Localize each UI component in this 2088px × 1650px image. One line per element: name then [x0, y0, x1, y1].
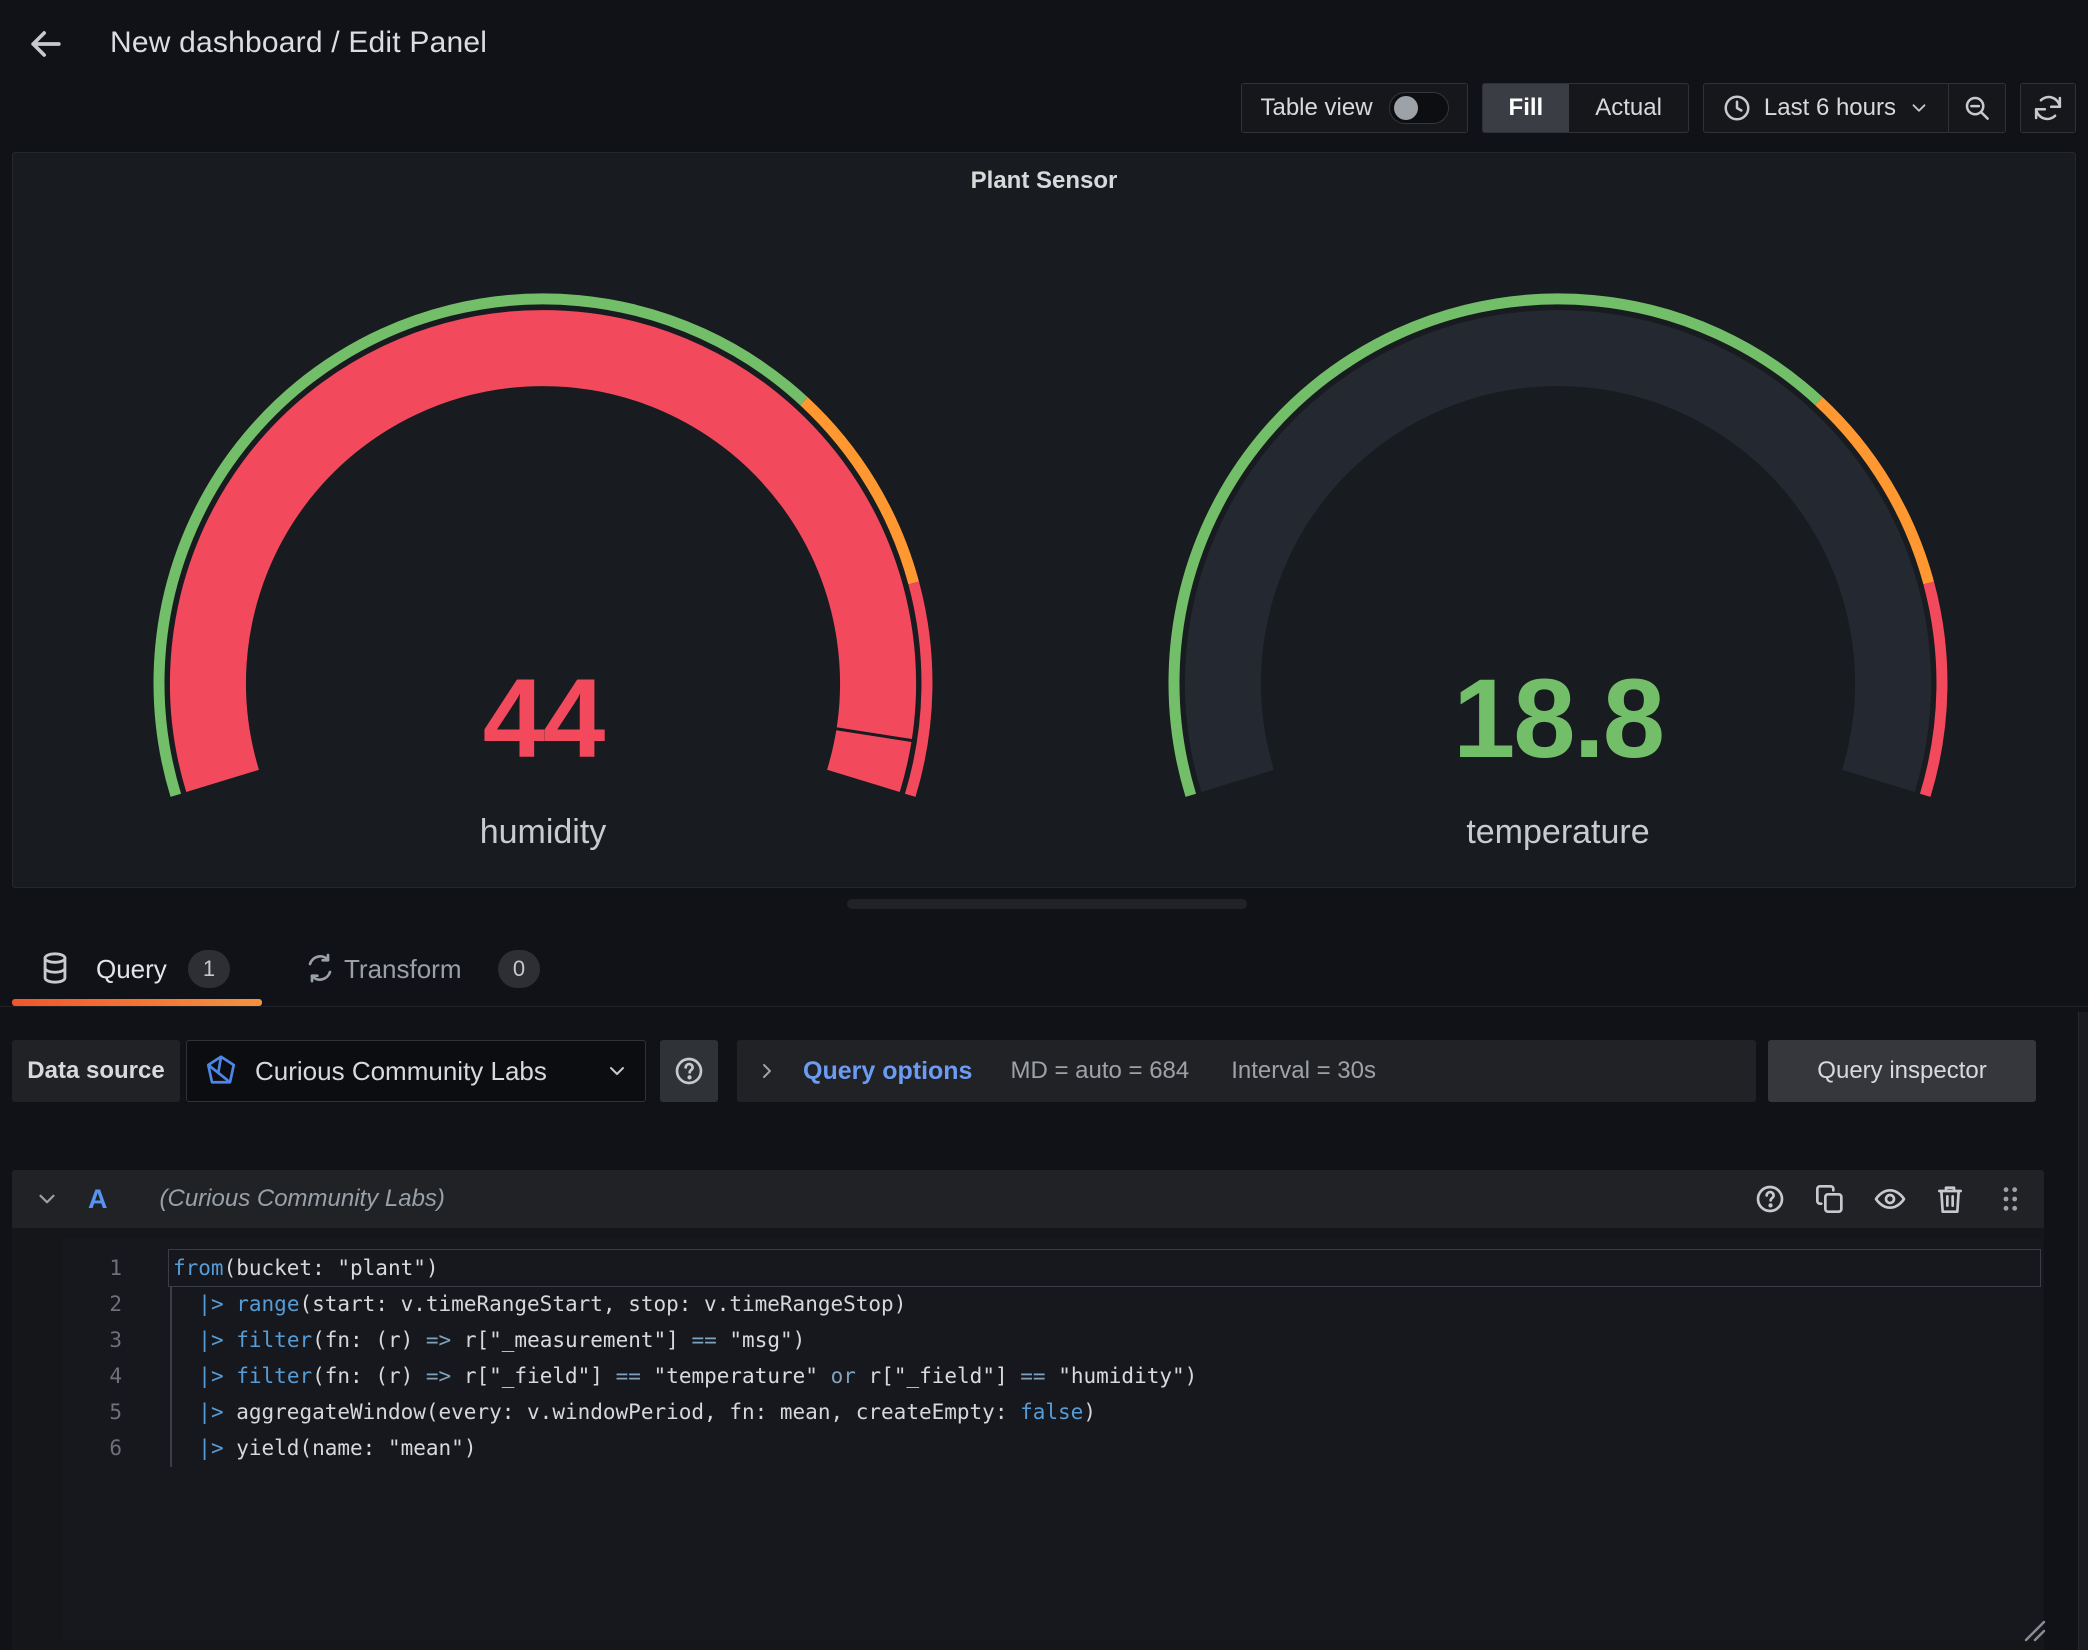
table-view-toggle[interactable]: [1389, 92, 1449, 124]
query-datasource-hint: (Curious Community Labs): [160, 1185, 445, 1213]
query-ref-id: A: [88, 1184, 108, 1215]
panel: Plant Sensor 44 humidity 18.8 temperatur…: [12, 152, 2076, 888]
collapse-chevron-icon[interactable]: [34, 1186, 60, 1212]
transform-icon: [304, 952, 336, 989]
max-data-points: MD = auto = 684: [1010, 1057, 1189, 1085]
code-lines[interactable]: from(bucket: "plant") |> range(start: v.…: [173, 1250, 1197, 1466]
gauge-label: temperature: [1168, 811, 1948, 853]
fill-mode-button[interactable]: Fill: [1483, 84, 1570, 132]
chevron-down-icon: [1908, 97, 1930, 119]
database-icon: [38, 950, 72, 991]
page-title: New dashboard / Edit Panel: [110, 26, 487, 60]
display-mode-group: Fill Actual: [1482, 83, 1689, 133]
editor-tabs: Query 1 Transform 0: [0, 930, 2088, 1007]
arrow-left-icon: [24, 22, 68, 66]
grafana-edit-panel: New dashboard / Edit Panel Table view Fi…: [0, 0, 2088, 1650]
refresh-icon: [2033, 93, 2063, 123]
table-view-group: Table view: [1241, 83, 1467, 133]
zoom-out-icon: [1962, 93, 1992, 123]
query-inspector-button[interactable]: Query inspector: [1768, 1040, 2036, 1102]
time-picker-group: Last 6 hours: [1703, 83, 2006, 133]
panel-resize-handle[interactable]: [847, 899, 1247, 909]
scrollbar[interactable]: [2078, 1012, 2088, 1650]
active-tab-underline: [12, 999, 262, 1006]
time-range-value: Last 6 hours: [1764, 94, 1896, 122]
transform-count-badge: 0: [498, 950, 540, 988]
gauge-label: humidity: [153, 811, 933, 853]
eye-icon[interactable]: [1874, 1183, 1906, 1215]
chevron-down-icon: [605, 1059, 629, 1083]
gauge-temperature: 18.8 temperature: [1168, 283, 1948, 883]
query-actions: [1754, 1183, 2026, 1215]
drag-grip-icon[interactable]: [1994, 1183, 2026, 1215]
datasource-row: Data source Curious Community Labs Query: [0, 1040, 2088, 1102]
query-row-header[interactable]: A (Curious Community Labs): [12, 1170, 2044, 1228]
datasource-help-button[interactable]: [660, 1040, 718, 1102]
help-icon[interactable]: [1754, 1183, 1786, 1215]
datasource-picker[interactable]: Curious Community Labs: [186, 1040, 646, 1102]
indent-guide: [170, 1287, 172, 1467]
panel-toolbar: Table view Fill Actual Last 6 hours: [1241, 83, 2076, 133]
time-range-picker[interactable]: Last 6 hours: [1704, 84, 1948, 132]
query-options-toggle[interactable]: Query options: [803, 1057, 972, 1086]
chevron-right-icon[interactable]: [755, 1059, 779, 1083]
tab-transform[interactable]: Transform: [344, 954, 462, 985]
datasource-name: Curious Community Labs: [255, 1056, 589, 1087]
clock-icon: [1722, 93, 1752, 123]
duplicate-icon[interactable]: [1814, 1183, 1846, 1215]
toggle-knob: [1394, 96, 1418, 120]
query-count-badge: 1: [188, 950, 230, 988]
trash-icon[interactable]: [1934, 1183, 1966, 1215]
panel-title: Plant Sensor: [13, 167, 2075, 195]
editor-resize-grip[interactable]: [2018, 1614, 2048, 1644]
zoom-out-time-button[interactable]: [1949, 84, 2005, 132]
gauge-value: 44: [153, 657, 933, 781]
refresh-button[interactable]: [2020, 83, 2076, 133]
interval: Interval = 30s: [1231, 1057, 1376, 1085]
datasource-label: Data source: [12, 1040, 180, 1102]
question-circle-icon: [673, 1055, 705, 1087]
table-view-label: Table view: [1260, 94, 1372, 122]
tab-query[interactable]: Query: [96, 954, 167, 985]
query-options-strip: Query options MD = auto = 684 Interval =…: [737, 1040, 1756, 1102]
datasource-logo-icon: [203, 1053, 239, 1089]
gauge-humidity: 44 humidity: [153, 283, 933, 883]
gauge-value: 18.8: [1168, 657, 1948, 781]
line-numbers: 123456: [62, 1250, 122, 1466]
back-button[interactable]: [24, 22, 68, 66]
actual-mode-button[interactable]: Actual: [1569, 84, 1688, 132]
